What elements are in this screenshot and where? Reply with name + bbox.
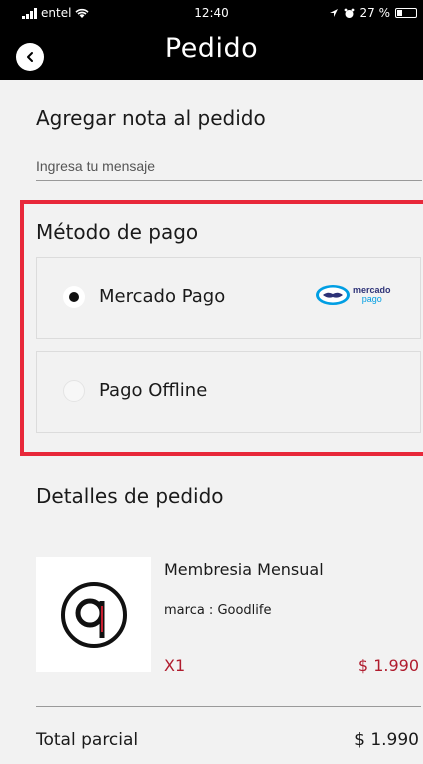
battery-icon [395,8,417,18]
radio-pago-offline[interactable] [63,380,85,402]
payment-option-label: Mercado Pago [99,286,226,307]
app-header: entel 12:40 27 % Pedido [0,0,423,80]
payment-option-offline[interactable]: Pago Offline [36,351,421,433]
payment-section-title: Método de pago [36,220,199,244]
status-bar: entel 12:40 27 % [0,6,423,26]
order-details-title: Detalles de pedido [36,484,224,508]
mercado-pago-logo: mercado pago [315,284,391,306]
payment-option-mercado-pago[interactable]: Mercado Pago mercado pago [36,257,421,339]
subtotal-value: $ 1.990 [354,730,419,750]
divider [36,706,421,707]
location-icon [329,9,338,17]
product-image [36,557,151,672]
alarm-icon [344,8,354,18]
subtotal-label: Total parcial [36,730,139,750]
radio-mercado-pago[interactable] [63,286,85,308]
handshake-icon [316,285,350,305]
product-brand: marca : Goodlife [164,603,272,618]
logo-line-2: pago [361,294,382,304]
battery-label: 27 % [359,6,391,20]
product-price: $ 1.990 [357,656,419,675]
mercado-pago-wordmark: mercado pago [353,286,391,304]
payment-option-label: Pago Offline [99,380,208,401]
note-section-title: Agregar nota al pedido [36,106,266,130]
order-note-input[interactable] [36,158,422,181]
status-right: 27 % [329,6,417,20]
goodlife-logo [60,581,127,648]
page-title: Pedido [164,33,259,64]
product-name: Membresia Mensual [164,560,324,579]
product-quantity: X1 [164,656,186,675]
